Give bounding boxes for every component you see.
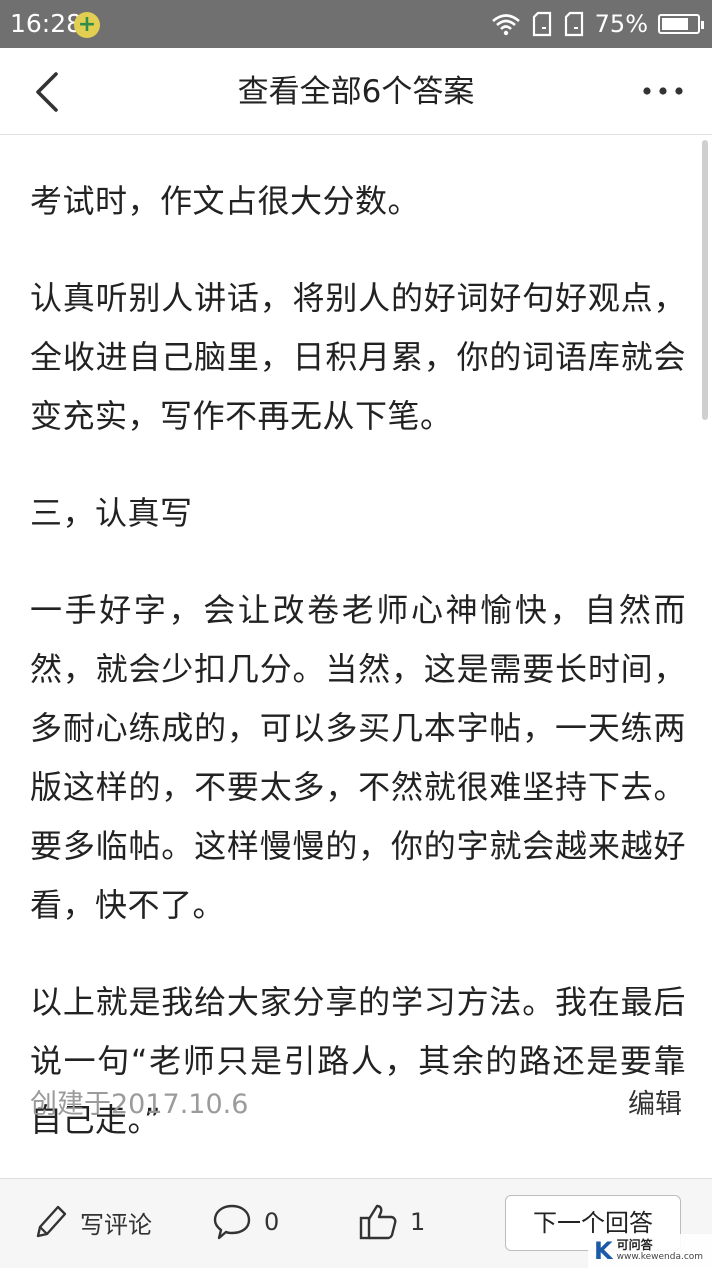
sim-card-icon (532, 11, 551, 37)
answer-meta: 创建于2017.10.6 编辑 (30, 1078, 682, 1122)
comment-bubble-icon (213, 1204, 251, 1240)
watermark-logo: K (594, 1237, 613, 1265)
like-button[interactable]: 1 (358, 1197, 425, 1247)
scrollbar[interactable] (702, 140, 708, 420)
write-comment-label: 写评论 (80, 1210, 152, 1239)
battery-icon (658, 14, 704, 34)
answer-paragraph: 认真听别人讲话，将别人的好词好句好观点，全收进自己脑里，日积月累，你的词语库就会… (30, 279, 686, 435)
site-watermark: K 可问答 www.kewenda.com (588, 1234, 712, 1268)
battery-fill (662, 18, 688, 30)
answer-paragraph: 一手好字，会让改卷老师心神愉快，自然而然，就会少扣几分。当然，这是需要长时间，多… (30, 591, 686, 924)
sim-card-icon (564, 11, 583, 37)
edit-link[interactable]: 编辑 (628, 1082, 682, 1121)
answer-body: 考试时，作文占很大分数。 认真听别人讲话，将别人的好词好句好观点，全收进自己脑里… (30, 172, 686, 1188)
watermark-url: www.kewenda.com (616, 1252, 704, 1262)
answer-paragraph: 考试时，作文占很大分数。 (30, 182, 421, 220)
plus-badge-icon: + (74, 12, 100, 38)
watermark-name: 可问答 (616, 1238, 653, 1252)
bottom-toolbar: 写评论 0 1 下一个回答 K 可问答 www.kewenda.com (0, 1178, 712, 1268)
answer-paragraph: 以上就是我给大家分享的学习方法。我在最后说一句“老师只是引路人，其余的路还是要靠… (30, 983, 686, 1139)
answer-paragraph: 三，认真写 (30, 494, 193, 532)
status-icons: 75% (491, 9, 704, 39)
battery-percent: 75% (594, 10, 648, 38)
write-comment-button[interactable]: 写评论 (32, 1197, 152, 1247)
pencil-icon (36, 1205, 67, 1238)
page-title: 查看全部6个答案 (237, 74, 475, 110)
comment-count-button[interactable]: 0 (212, 1197, 279, 1247)
created-date: 创建于2017.10.6 (30, 1089, 249, 1120)
status-bar: 16:28 + 75% (0, 0, 712, 48)
status-time: 16:28 (10, 9, 83, 38)
thumbs-up-icon (359, 1204, 397, 1240)
nav-bar: 查看全部6个答案 (0, 48, 712, 135)
more-options-icon[interactable] (642, 86, 684, 96)
wifi-icon (491, 14, 520, 36)
like-count: 1 (410, 1208, 426, 1236)
comment-count: 0 (264, 1208, 280, 1236)
